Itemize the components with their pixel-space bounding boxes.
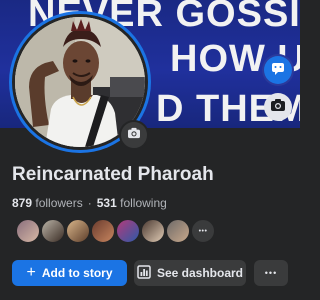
friend-avatar[interactable] — [141, 219, 165, 243]
see-dashboard-label: See dashboard — [156, 266, 244, 280]
more-friends-glyph: ••• — [198, 227, 208, 235]
follow-stats: 879 followers · 531 following — [12, 196, 167, 210]
following-link[interactable]: 531 following — [97, 196, 167, 210]
edit-profile-picture-button[interactable] — [119, 120, 149, 150]
messenger-button[interactable] — [264, 56, 292, 84]
friend-avatars[interactable]: ••• — [16, 219, 226, 243]
more-options-button[interactable]: ••• — [254, 260, 288, 286]
followers-count: 879 — [12, 196, 33, 210]
edit-cover-button[interactable] — [264, 93, 292, 121]
profile-name: Reincarnated Pharoah — [12, 164, 214, 185]
friend-avatar[interactable] — [16, 219, 40, 243]
friend-avatar[interactable] — [66, 219, 90, 243]
add-to-story-button[interactable]: + Add to story — [12, 260, 127, 286]
camera-icon — [270, 98, 286, 117]
stats-separator: · — [87, 196, 92, 210]
followers-label: followers — [35, 196, 83, 210]
see-dashboard-button[interactable]: See dashboard — [134, 260, 246, 286]
friend-avatar[interactable] — [116, 219, 140, 243]
friend-avatar[interactable] — [41, 219, 65, 243]
add-to-story-label: Add to story — [41, 266, 113, 280]
following-count: 531 — [96, 196, 117, 210]
followers-link[interactable]: 879 followers — [12, 196, 83, 210]
camera-icon — [127, 126, 141, 144]
following-label: following — [120, 196, 167, 210]
messenger-icon — [270, 60, 286, 81]
dashboard-icon — [137, 264, 151, 282]
friend-avatar[interactable] — [166, 219, 190, 243]
friend-avatar[interactable] — [91, 219, 115, 243]
plus-icon: + — [26, 264, 36, 281]
more-icon: ••• — [264, 268, 278, 278]
more-friends-button[interactable]: ••• — [191, 219, 215, 243]
